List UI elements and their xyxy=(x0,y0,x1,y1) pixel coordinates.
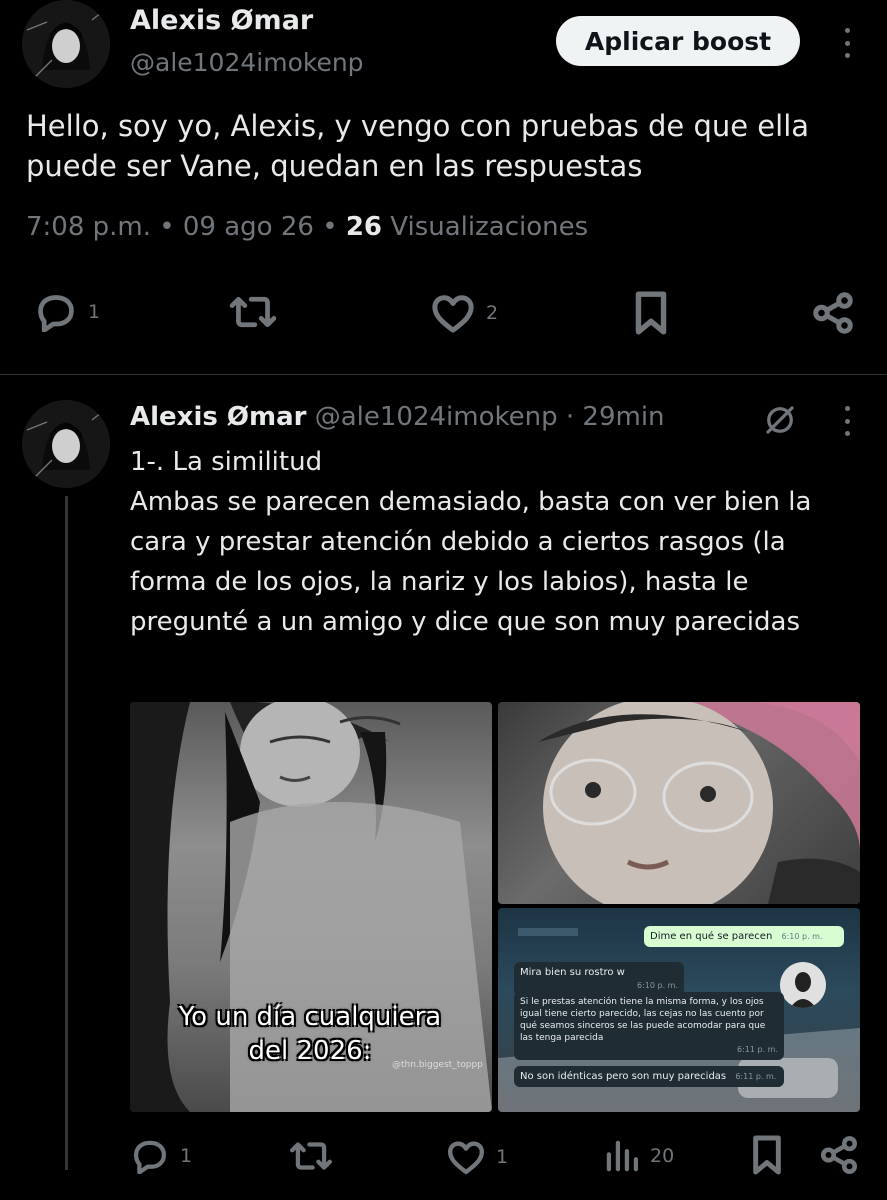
reply-icon xyxy=(38,295,74,332)
retweet-button[interactable] xyxy=(228,292,278,332)
reply-author-name[interactable]: Alexis Ømar xyxy=(130,402,306,432)
chat-message-in: Mira bien su rostro w 6:10 p. m. xyxy=(514,962,684,996)
reply-reply-button[interactable]: 1 xyxy=(130,1138,192,1174)
reply-retweet-button[interactable] xyxy=(288,1138,334,1174)
tweet-time[interactable]: 7:08 p.m. xyxy=(26,212,151,242)
reply-age[interactable]: 29min xyxy=(582,402,664,432)
media-photo-top-right[interactable] xyxy=(498,702,860,904)
reply-header: Alexis Ømar @ale1024imokenp · 29min xyxy=(130,402,665,432)
tweet-divider xyxy=(0,374,887,375)
media-caption: Yo un día cualquiera del 2026: xyxy=(178,1002,442,1066)
reply-avatar[interactable] xyxy=(22,400,110,488)
tweet-text: Hello, soy yo, Alexis, y vengo con prueb… xyxy=(26,109,810,183)
chat-message-in: No son idénticas pero son muy parecidas … xyxy=(514,1066,784,1087)
reply-icon xyxy=(133,1140,167,1174)
thread-line xyxy=(65,496,68,1170)
reply-body: Ambas se parecen demasiado, basta con ve… xyxy=(130,487,812,637)
kebab-icon[interactable] xyxy=(842,28,852,58)
reply-reply-count: 1 xyxy=(180,1145,193,1167)
reply-button[interactable]: 1 xyxy=(34,292,100,332)
views-label: Visualizaciones xyxy=(390,212,589,242)
tiktok-watermark: @thn.biggest_toppp xyxy=(392,1060,483,1070)
author-name[interactable]: Alexis Ømar xyxy=(130,5,313,36)
tweet-date[interactable]: 09 ago 26 xyxy=(183,212,314,242)
reply-bookmark-button[interactable] xyxy=(750,1134,784,1176)
tweet-meta: 7:08 p.m. • 09 ago 26 • 26 Visualizacion… xyxy=(26,212,589,242)
reply-title: 1-. La similitud xyxy=(130,447,323,477)
author-handle[interactable]: @ale1024imokenp xyxy=(130,48,364,77)
share-icon xyxy=(813,292,853,334)
chat-message-out: Dime en qué se parecen 6:10 p. m. xyxy=(644,926,844,947)
retweet-icon xyxy=(290,1142,332,1170)
media-photo-left[interactable]: Yo un día cualquiera del 2026: @thn.bigg… xyxy=(130,702,492,1112)
bookmark-button[interactable] xyxy=(632,290,670,336)
chat-message-in: Si le prestas atención tiene la misma fo… xyxy=(514,992,784,1060)
reply-like-count: 1 xyxy=(496,1146,509,1168)
reply-views-count: 20 xyxy=(650,1145,675,1167)
share-button[interactable] xyxy=(810,290,856,336)
like-count: 2 xyxy=(486,302,499,324)
media-chat-screenshot[interactable]: Dime en qué se parecen 6:10 p. m. Mira b… xyxy=(498,908,860,1112)
views-count: 26 xyxy=(345,212,382,242)
like-button[interactable]: 2 xyxy=(430,292,498,334)
reply-kebab-icon[interactable] xyxy=(842,406,852,436)
like-icon xyxy=(448,1141,484,1175)
avatar[interactable] xyxy=(22,0,110,88)
retweet-icon xyxy=(229,296,277,328)
bookmark-icon xyxy=(635,291,667,335)
share-icon xyxy=(820,1136,858,1174)
grok-icon[interactable] xyxy=(762,402,798,438)
reply-count: 1 xyxy=(88,301,101,323)
reply-like-button[interactable]: 1 xyxy=(446,1138,508,1176)
chat-contact-avatar xyxy=(780,962,826,1008)
views-icon xyxy=(606,1140,639,1172)
reply-views-button[interactable]: 20 xyxy=(604,1138,674,1174)
reply-author-handle[interactable]: @ale1024imokenp xyxy=(315,402,558,432)
like-icon xyxy=(432,295,474,333)
reply-share-button[interactable] xyxy=(818,1134,860,1176)
apply-boost-button[interactable]: Aplicar boost xyxy=(556,16,800,66)
bookmark-icon xyxy=(753,1135,781,1175)
